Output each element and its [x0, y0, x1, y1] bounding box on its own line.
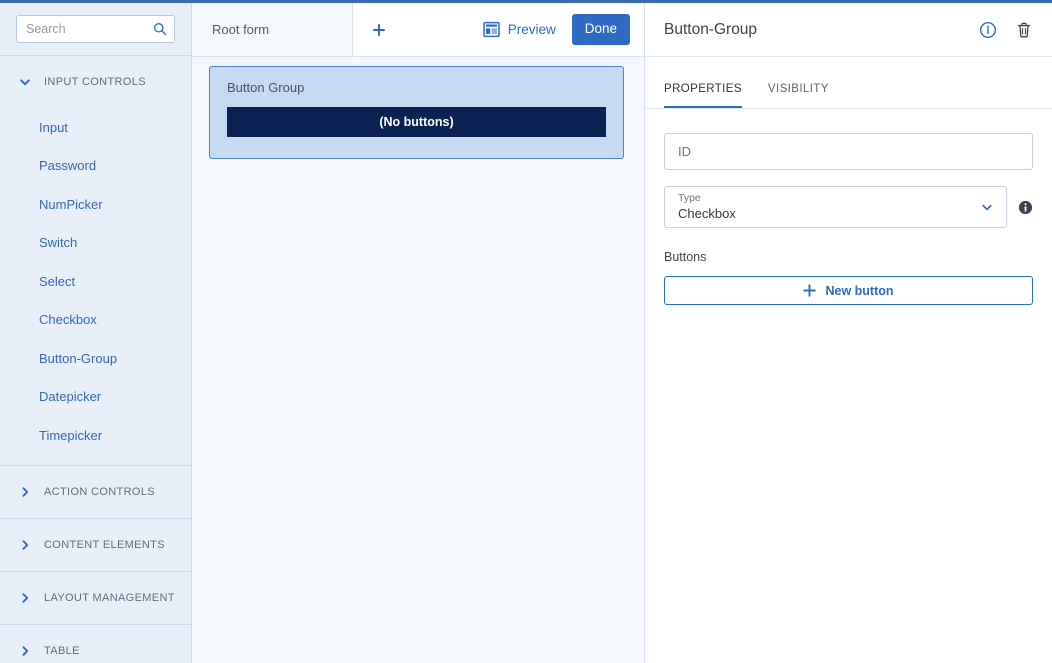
- sidebar-search-area: [0, 3, 191, 56]
- sidebar-item-password[interactable]: Password: [0, 147, 191, 186]
- sidebar-item-input[interactable]: Input: [0, 108, 191, 147]
- type-select-label: Type: [678, 192, 701, 204]
- tab-properties[interactable]: PROPERTIES: [664, 83, 742, 108]
- tab-label: PROPERTIES: [664, 83, 742, 95]
- buttons-section-label: Buttons: [664, 250, 707, 264]
- sidebar-item-switch[interactable]: Switch: [0, 224, 191, 263]
- sidebar-item-label: Switch: [39, 235, 78, 251]
- sidebar-item-datepicker[interactable]: Datepicker: [0, 378, 191, 417]
- form-tab-strip: Root form: [192, 3, 467, 56]
- page-title: Button-Group: [664, 20, 758, 38]
- form-builder-app: INPUT CONTROLS Input Password NumPicker …: [0, 0, 1052, 663]
- sidebar-item-checkbox[interactable]: Checkbox: [0, 301, 191, 340]
- sidebar-group-header-input-controls[interactable]: INPUT CONTROLS: [0, 56, 191, 108]
- type-select[interactable]: Type Checkbox: [664, 186, 1007, 228]
- chevron-right-icon: [18, 591, 32, 605]
- sidebar-item-label: Select: [39, 273, 76, 289]
- tab-label: Root form: [212, 22, 270, 37]
- properties-panel: Button-Group PROPERTIES VISIBILITY ID Ty…: [645, 3, 1052, 663]
- add-tab-button[interactable]: [353, 3, 405, 56]
- sidebar-group-list: INPUT CONTROLS Input Password NumPicker …: [0, 56, 191, 663]
- design-canvas[interactable]: Button Group (No buttons): [192, 57, 644, 663]
- sidebar-group-header-action-controls[interactable]: ACTION CONTROLS: [0, 466, 191, 518]
- panel-header-actions: [979, 21, 1033, 39]
- sidebar-item-label: Input: [39, 119, 68, 135]
- sidebar-item-label: NumPicker: [39, 196, 103, 212]
- sidebar-group-content-elements: CONTENT ELEMENTS: [0, 519, 191, 572]
- type-select-value: Checkbox: [678, 206, 736, 221]
- toolbar-actions: Preview Done: [466, 3, 644, 56]
- sidebar-group-header-table[interactable]: TABLE: [0, 625, 191, 663]
- chevron-right-icon: [18, 644, 32, 658]
- plus-icon: [371, 22, 387, 38]
- sidebar-item-label: Checkbox: [39, 312, 97, 328]
- widget-label: Button Group: [227, 80, 305, 95]
- sidebar-item-numpicker[interactable]: NumPicker: [0, 185, 191, 224]
- sidebar-group-title: INPUT CONTROLS: [44, 76, 146, 88]
- sidebar-group-header-layout-management[interactable]: LAYOUT MANAGEMENT: [0, 572, 191, 624]
- button-group-widget[interactable]: Button Group (No buttons): [209, 66, 624, 159]
- sidebar-group-title: CONTENT ELEMENTS: [44, 538, 165, 551]
- search-box[interactable]: [16, 15, 175, 43]
- sidebar-items-input-controls: Input Password NumPicker Switch Select C…: [0, 108, 191, 465]
- form-canvas-area: Root form Preview Done Button Group (No …: [192, 3, 645, 663]
- chevron-right-icon: [18, 485, 32, 499]
- sidebar-group-title: TABLE: [44, 644, 80, 657]
- search-icon: [153, 22, 167, 36]
- sidebar-group-header-content-elements[interactable]: CONTENT ELEMENTS: [0, 519, 191, 571]
- properties-panel-tabs: PROPERTIES VISIBILITY: [645, 57, 1052, 109]
- type-select-row: Type Checkbox: [664, 186, 1033, 228]
- info-circle-icon[interactable]: [979, 21, 997, 39]
- layout-preview-icon: [482, 21, 500, 38]
- chevron-down-icon: [980, 200, 994, 214]
- sidebar-item-label: Datepicker: [39, 389, 102, 405]
- sidebar-group-input-controls: INPUT CONTROLS Input Password NumPicker …: [0, 56, 191, 466]
- search-input[interactable]: [17, 16, 174, 42]
- properties-form: Type Checkbox Buttons: [645, 109, 1052, 663]
- id-field[interactable]: [664, 133, 1033, 170]
- sidebar-item-timepicker[interactable]: Timepicker: [0, 416, 191, 455]
- chevron-right-icon: [18, 538, 32, 552]
- widget-empty-bar: (No buttons): [227, 107, 606, 137]
- sidebar-item-label: Password: [39, 158, 97, 174]
- preview-button[interactable]: Preview: [481, 17, 558, 42]
- sidebar-group-title: ACTION CONTROLS: [44, 485, 155, 498]
- sidebar-item-button-group[interactable]: Button-Group: [0, 339, 191, 378]
- sidebar-group-action-controls: ACTION CONTROLS: [0, 466, 191, 519]
- done-button[interactable]: Done: [571, 14, 630, 45]
- sidebar-group-layout-management: LAYOUT MANAGEMENT: [0, 572, 191, 625]
- component-sidebar: INPUT CONTROLS Input Password NumPicker …: [0, 3, 192, 663]
- chevron-down-icon: [18, 75, 32, 89]
- plus-icon: [803, 284, 817, 297]
- sidebar-group-title: LAYOUT MANAGEMENT: [44, 591, 175, 604]
- properties-panel-header: Button-Group: [645, 3, 1052, 57]
- tab-root-form[interactable]: Root form: [192, 3, 353, 56]
- tab-visibility[interactable]: VISIBILITY: [768, 83, 829, 108]
- sidebar-item-label: Button-Group: [39, 350, 118, 366]
- sidebar-item-label: Timepicker: [39, 427, 103, 443]
- sidebar-item-select[interactable]: Select: [0, 262, 191, 301]
- info-filled-icon[interactable]: [1018, 200, 1033, 215]
- new-button-label: New button: [825, 283, 894, 298]
- trash-icon[interactable]: [1015, 21, 1033, 39]
- top-toolbar: Root form Preview Done: [192, 3, 644, 57]
- tab-label: VISIBILITY: [767, 83, 829, 95]
- new-button-button[interactable]: New button: [664, 276, 1033, 305]
- preview-button-label: Preview: [507, 22, 556, 37]
- sidebar-group-table: TABLE: [0, 625, 191, 663]
